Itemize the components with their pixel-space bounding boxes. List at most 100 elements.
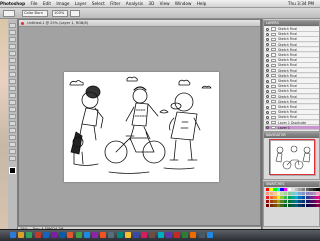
color-swatch[interactable] — [316, 204, 320, 208]
zoom-tool-icon[interactable] — [9, 156, 16, 161]
layer-row[interactable]: Sketch Final — [265, 58, 319, 63]
dock-app-icon[interactable] — [206, 232, 213, 238]
eye-icon[interactable] — [266, 84, 269, 88]
eye-icon[interactable] — [266, 43, 269, 47]
dock-app-icon[interactable] — [18, 232, 25, 238]
eye-icon[interactable] — [266, 100, 269, 104]
brush-tool-icon[interactable] — [9, 72, 16, 77]
menu-image[interactable]: Image — [56, 1, 69, 6]
layer-row[interactable]: Sketch Final — [265, 42, 319, 48]
layer-row[interactable]: Sketch Final — [265, 27, 319, 32]
menu-file[interactable]: File — [31, 1, 38, 6]
eye-icon[interactable] — [266, 27, 269, 31]
color-swatch[interactable] — [316, 188, 320, 192]
layer-row[interactable]: Sketch Final — [265, 73, 319, 79]
option-checkbox[interactable] — [70, 10, 80, 17]
navigator-view-box[interactable] — [269, 139, 315, 175]
dock-app-icon[interactable] — [157, 232, 164, 238]
history-brush-tool-icon[interactable] — [9, 86, 16, 91]
menu-help[interactable]: Help — [197, 1, 207, 6]
menu-window[interactable]: Window — [175, 1, 192, 6]
dock-app-icon[interactable] — [190, 232, 197, 238]
eye-icon[interactable] — [266, 53, 269, 57]
dock-app-icon[interactable] — [133, 232, 139, 238]
swatches-panel-header[interactable]: SWATCHES — [264, 182, 319, 187]
crop-tool-icon[interactable] — [9, 51, 16, 56]
layer-row[interactable]: Sketch Final — [265, 53, 319, 58]
clone-stamp-tool-icon[interactable] — [9, 79, 16, 84]
eye-icon[interactable] — [266, 69, 269, 73]
eye-icon[interactable] — [266, 95, 269, 99]
dock-app-icon[interactable] — [124, 232, 131, 238]
menu-layer[interactable]: Layer — [75, 1, 87, 6]
dock-app-icon[interactable] — [198, 232, 205, 238]
type-tool-icon[interactable] — [9, 128, 16, 133]
eyedropper-tool-icon[interactable] — [9, 58, 16, 63]
dock-app-icon[interactable] — [100, 232, 107, 238]
eye-icon[interactable] — [266, 126, 269, 130]
foreground-color-swatch[interactable] — [9, 167, 16, 174]
menu-filter[interactable]: Filter — [110, 1, 120, 6]
opacity-field[interactable]: 100% — [52, 10, 68, 17]
menu-3d[interactable]: 3D — [148, 1, 154, 6]
layer-row[interactable]: Sketch Final — [265, 99, 319, 105]
layer-row[interactable]: Sketch Final — [265, 89, 319, 94]
dock-app-icon[interactable] — [10, 232, 16, 238]
healing-brush-tool-icon[interactable] — [9, 65, 16, 70]
layer-row[interactable]: Sketch Final — [265, 110, 319, 115]
dock-app-icon[interactable] — [92, 232, 98, 238]
layer-row[interactable]: Layer 1 Duplicate — [265, 120, 319, 126]
dock-app-icon[interactable] — [165, 232, 172, 238]
layer-row[interactable]: Sketch Final — [265, 94, 319, 100]
dock-app-icon[interactable] — [149, 232, 156, 238]
canvas-artwork[interactable] — [64, 72, 219, 182]
dock-app-icon[interactable] — [116, 232, 123, 238]
marquee-tool-icon[interactable] — [9, 30, 16, 35]
lasso-tool-icon[interactable] — [9, 37, 16, 42]
blur-tool-icon[interactable] — [9, 107, 16, 112]
close-icon[interactable] — [21, 21, 24, 25]
dock-app-icon[interactable] — [141, 232, 148, 238]
eye-icon[interactable] — [266, 37, 269, 41]
document-tab[interactable]: Untitled-1 @ 25% (Layer 1, RGB/8) — [19, 20, 260, 27]
color-swatch[interactable] — [316, 200, 320, 204]
gradient-tool-icon[interactable] — [9, 100, 16, 105]
eye-icon[interactable] — [266, 48, 269, 52]
color-swatch[interactable] — [316, 192, 320, 196]
dock-app-icon[interactable] — [83, 232, 90, 238]
dock-app-icon[interactable] — [42, 232, 49, 238]
layer-row[interactable]: Sketch Final — [265, 105, 319, 110]
eye-icon[interactable] — [266, 110, 269, 114]
layer-row[interactable]: Sketch Final — [265, 32, 319, 37]
layer-row[interactable]: Sketch Final — [265, 84, 319, 89]
layers-panel-header[interactable]: LAYERS — [264, 21, 319, 26]
shape-tool-icon[interactable] — [9, 142, 16, 147]
eraser-tool-icon[interactable] — [9, 93, 16, 98]
dock-app-icon[interactable] — [182, 232, 189, 238]
eye-icon[interactable] — [266, 115, 269, 119]
tool-preset-picker[interactable] — [3, 10, 15, 17]
move-tool-icon[interactable] — [9, 23, 16, 28]
menu-view[interactable]: View — [160, 1, 170, 6]
hand-tool-icon[interactable] — [9, 149, 16, 154]
dock-app-icon[interactable] — [67, 232, 74, 238]
blend-mode-select[interactable]: Color Burn — [22, 10, 48, 17]
menu-edit[interactable]: Edit — [43, 1, 51, 6]
quick-select-tool-icon[interactable] — [9, 44, 16, 49]
layer-row[interactable]: Sketch Final — [265, 37, 319, 42]
eye-icon[interactable] — [266, 89, 269, 93]
menu-analysis[interactable]: Analysis — [126, 1, 143, 6]
color-swatch[interactable] — [316, 196, 320, 200]
eye-icon[interactable] — [266, 79, 269, 83]
layer-row[interactable]: Sketch Final — [265, 115, 319, 120]
menubar-clock[interactable]: Thu 3:34 PM — [288, 0, 314, 7]
dock-app-icon[interactable] — [174, 232, 180, 238]
dock-app-icon[interactable] — [34, 232, 41, 238]
dock-app-icon[interactable] — [108, 232, 115, 238]
path-selection-tool-icon[interactable] — [9, 135, 16, 140]
menu-select[interactable]: Select — [92, 1, 105, 6]
layer-row[interactable]: Layer 1 — [265, 125, 319, 131]
dodge-tool-icon[interactable] — [9, 114, 16, 119]
eye-icon[interactable] — [266, 32, 269, 36]
layer-row[interactable]: Sketch Final — [265, 68, 319, 74]
